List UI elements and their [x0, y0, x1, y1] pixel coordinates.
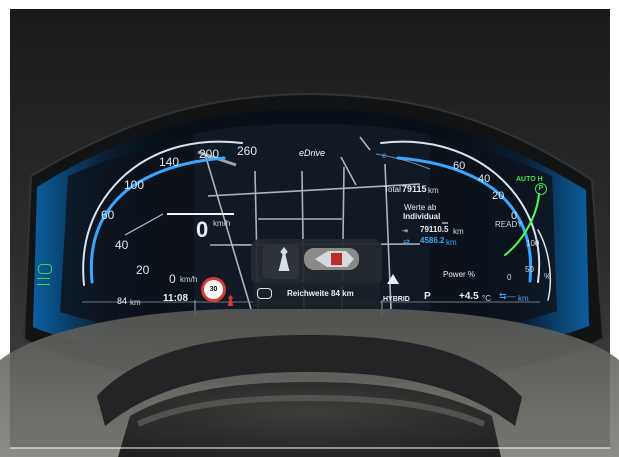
auto-hold-icon: P: [535, 183, 547, 195]
brand-logo: eDrive: [299, 148, 326, 158]
auto-hold-label: AUTO H: [516, 176, 543, 183]
trip-distance-value: 79110.5: [420, 225, 449, 234]
speed-tick-0: 0: [169, 272, 176, 286]
headlight-low-icon: [37, 278, 50, 285]
instrument-cluster-photo: [0, 0, 619, 457]
electric-range-unit: km: [518, 294, 529, 303]
charge-tick-100: 100: [526, 239, 540, 248]
range-info: Reichweite 84 km: [287, 289, 354, 298]
power-tick-40: 40: [478, 173, 491, 185]
power-tick-60: 60: [453, 160, 466, 172]
speed-tick-140: 140: [159, 155, 180, 169]
left-range-unit: km: [130, 298, 141, 307]
current-speed-unit: km/h: [213, 219, 231, 228]
electric-distance-icon: ⇄: [403, 237, 410, 246]
trip-distance-unit: km: [453, 227, 464, 236]
charge-unit: %: [544, 272, 552, 281]
electric-range-icon: ⇆—: [499, 291, 516, 301]
distance-icon: ⇥: [402, 228, 408, 235]
speed-tick-100: 100: [124, 178, 145, 192]
left-range-value: 84: [117, 296, 128, 306]
charge-tick-50: 50: [525, 265, 534, 274]
total-odometer-value: 79115: [402, 184, 427, 194]
speed-unit: km/h: [180, 275, 198, 284]
total-odometer-label: Total: [384, 185, 401, 194]
warning-triangle-icon: [387, 274, 399, 284]
power-tick-20: 20: [492, 190, 505, 202]
speed-tick-200: 200: [199, 147, 220, 161]
gauge-top-label: e: [382, 151, 387, 160]
values-from-label: Werte ab: [404, 203, 437, 212]
ready-status: READY: [495, 220, 523, 229]
speed-tick-20: 20: [136, 263, 150, 277]
clock: 11:08: [163, 293, 189, 304]
electric-distance-value: 4586.2: [420, 236, 445, 245]
current-speed: 0: [196, 217, 209, 242]
charging-cable-icon: [257, 288, 272, 299]
total-odometer-unit: km: [428, 186, 439, 195]
values-from-value: Individual: [403, 212, 441, 221]
outside-temperature: +4.5: [459, 291, 479, 302]
speed-limit-sign: 30: [201, 277, 226, 302]
electric-distance-unit: km: [446, 238, 457, 247]
temperature-unit: °C: [482, 294, 491, 303]
power-label: Power %: [443, 270, 476, 279]
drive-mode: HYBRID: [383, 296, 410, 303]
gear-indicator: P: [424, 291, 431, 302]
headlight-icon: [38, 264, 52, 274]
charge-tick-0: 0: [507, 273, 512, 282]
speed-tick-60: 60: [101, 208, 115, 222]
speed-tick-260: 260: [237, 144, 258, 158]
speed-tick-40: 40: [115, 238, 129, 252]
